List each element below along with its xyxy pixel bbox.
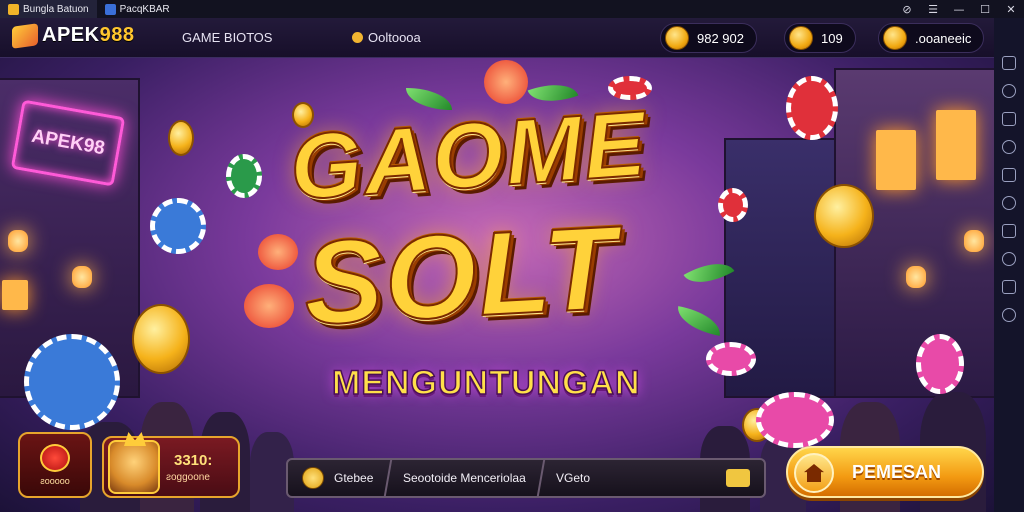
window-tab-2[interactable]: PacqKBAR: [97, 0, 178, 18]
coin-icon: [883, 26, 907, 50]
leaf-icon: [674, 306, 724, 336]
nav-item-third[interactable]: VGeto: [539, 460, 767, 496]
logo-text: APEK: [42, 24, 100, 46]
rotate-icon[interactable]: [1002, 140, 1016, 154]
coin-icon: [352, 32, 363, 43]
profile-card[interactable]: 3310: ƨoggoone: [102, 432, 240, 498]
balance-2-value: 109: [821, 30, 843, 46]
leaf-icon: [683, 251, 735, 295]
fullscreen-icon[interactable]: [1002, 56, 1016, 70]
balance-3-value: .ooaneeic: [915, 30, 972, 46]
balance-pill-1[interactable]: 982 902: [660, 23, 757, 53]
maximize-button[interactable]: ☐: [972, 0, 998, 18]
close-button[interactable]: ✕: [998, 0, 1024, 18]
game-header: APEK988 GAME ВІОТОS Ooltoooa 982 902 109…: [0, 18, 994, 58]
profile-value: 3310:: [174, 452, 213, 469]
logo-accent: 988: [99, 24, 135, 46]
window-titlebar: Bungla Batuon PacqKBAR ⊘ ☰ — ☐ ✕: [0, 0, 1024, 18]
volume-icon[interactable]: [1002, 84, 1016, 98]
keyboard-icon[interactable]: [1002, 112, 1016, 126]
send-icon[interactable]: [726, 469, 750, 487]
nav-item-third-label: VGeto: [556, 471, 591, 485]
flower-icon: [484, 60, 528, 104]
app-icon: [104, 3, 116, 15]
title-line-2: SOLT: [300, 201, 622, 351]
window-tab-2-label: PacqKBAR: [119, 3, 170, 15]
order-button-label: PEMESAN: [852, 462, 942, 482]
back-icon[interactable]: [1002, 308, 1016, 322]
coin-icon: [302, 467, 324, 489]
window-tab-1-label: Bungla Batuon: [23, 3, 89, 15]
order-button[interactable]: PEMESAN: [786, 446, 984, 498]
flower-icon: [244, 284, 294, 328]
location-icon[interactable]: [1002, 196, 1016, 210]
profile-sub: ƨoggoone: [166, 472, 210, 483]
screenshot-icon[interactable]: [1002, 168, 1016, 182]
menu-games[interactable]: GAME ВІОТОS: [182, 30, 272, 45]
game-logo[interactable]: APEK988: [12, 22, 135, 49]
window-tab-1[interactable]: Bungla Batuon: [0, 0, 97, 18]
emulator-sidebar: [994, 18, 1024, 512]
minimize-button[interactable]: —: [946, 0, 972, 18]
balance-pill-3[interactable]: .ooaneeic: [878, 23, 985, 53]
nav-item-second[interactable]: Seootoide Menceriolaa: [386, 460, 546, 496]
logo-cube-icon: [12, 22, 38, 49]
balance-pill-2[interactable]: 109: [784, 23, 856, 53]
menu-icon[interactable]: ☰: [920, 0, 946, 18]
nav-item-games[interactable]: Gtebee: [284, 460, 393, 496]
gift-button[interactable]: ƨooooo: [18, 432, 92, 498]
apps-icon[interactable]: [1002, 280, 1016, 294]
gift-label: ƨooooo: [40, 476, 70, 486]
game-window: Bungla Batuon PacqKBAR ⊘ ☰ — ☐ ✕ APEK988…: [0, 0, 1024, 512]
title-subtitle: MENGUNTUNGAN: [331, 363, 641, 403]
menu-second[interactable]: Ooltoooa: [352, 30, 421, 45]
flower-icon: [258, 234, 298, 270]
folder-icon[interactable]: [1002, 224, 1016, 238]
coin-icon: [665, 26, 689, 50]
trophy-icon: [789, 26, 813, 50]
circle-icon[interactable]: ⊘: [894, 0, 920, 18]
nav-item-second-label: Seootoide Menceriolaa: [403, 471, 527, 485]
settings-icon[interactable]: [1002, 252, 1016, 266]
menu-second-label: Ooltoooa: [368, 30, 421, 45]
home-icon: [794, 453, 834, 493]
balance-1-value: 982 902: [697, 30, 744, 46]
bottom-nav: Gtebee Seootoide Menceriolaa VGeto: [284, 458, 767, 498]
app-icon: [8, 3, 19, 15]
nav-item-games-label: Gtebee: [334, 471, 374, 485]
gift-icon: [40, 444, 70, 472]
avatar: [108, 432, 160, 494]
